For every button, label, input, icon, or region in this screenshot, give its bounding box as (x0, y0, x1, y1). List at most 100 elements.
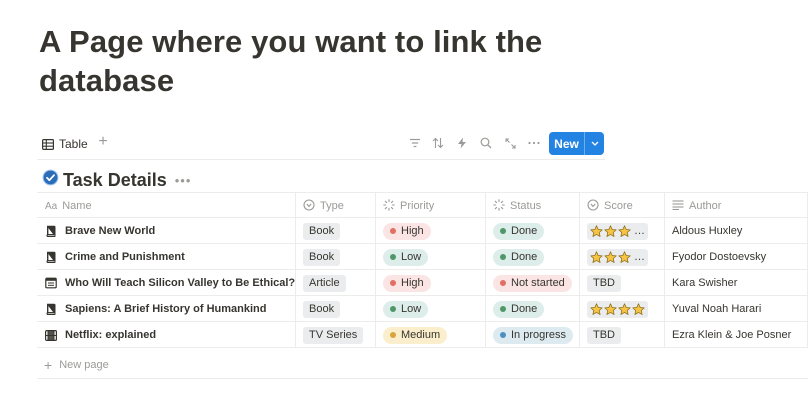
cell-name[interactable]: Crime and Punishment (37, 244, 296, 270)
status-pill: Done (493, 300, 545, 318)
star-icon (618, 302, 631, 315)
cell-type[interactable]: Book (296, 296, 376, 322)
star-icon (590, 250, 603, 263)
book-icon (45, 251, 57, 263)
table-row[interactable]: Crime and Punishment Book Low Done … Fyodor D… (37, 244, 808, 270)
database-more-icon[interactable]: ••• (175, 173, 192, 188)
cell-author[interactable]: Aldous Huxley (665, 218, 808, 244)
plus-icon: + (44, 357, 53, 373)
cell-type[interactable]: TV Series (296, 322, 376, 348)
cell-status[interactable]: Done (486, 296, 580, 322)
select-property-icon (587, 198, 599, 214)
column-header-type[interactable]: Type (296, 193, 376, 219)
priority-dot (390, 332, 396, 338)
book-icon (45, 225, 57, 237)
book-icon (45, 303, 57, 315)
cell-priority[interactable]: Medium (376, 322, 486, 348)
table-bottom-divider (37, 378, 808, 379)
status-pill: In progress (493, 326, 574, 344)
score-overflow: … (634, 225, 645, 237)
search-icon[interactable] (478, 135, 494, 151)
cell-name[interactable]: Netflix: explained (37, 322, 296, 348)
expand-icon[interactable] (502, 135, 518, 151)
film-icon (45, 329, 57, 341)
new-button[interactable]: New (549, 132, 604, 155)
star-icon (590, 224, 603, 237)
priority-label: Low (401, 302, 422, 315)
new-button-label: New (554, 136, 579, 151)
cell-author[interactable]: Yuval Noah Harari (665, 296, 808, 322)
type-tag: TV Series (303, 326, 364, 344)
priority-pill: High (383, 274, 431, 292)
cell-score[interactable]: … (580, 218, 665, 244)
tab-table[interactable]: Table (42, 134, 88, 154)
cell-author[interactable]: Fyodor Dostoevsky (665, 244, 808, 270)
cell-priority[interactable]: Low (376, 296, 486, 322)
cell-status[interactable]: Done (486, 244, 580, 270)
page-title[interactable]: A Page where you want to link the databa… (39, 22, 599, 100)
chevron-down-icon[interactable] (585, 141, 604, 146)
status-label: Done (511, 250, 538, 263)
column-header-score[interactable]: Score (580, 193, 665, 219)
author-text: Kara Swisher (672, 277, 738, 289)
type-tag: Book (303, 300, 341, 318)
tab-table-label: Table (59, 137, 88, 151)
status-dot (500, 254, 506, 260)
cell-status[interactable]: Done (486, 218, 580, 244)
author-text: Yuval Noah Harari (672, 303, 762, 315)
automation-icon[interactable] (454, 135, 470, 151)
table-row[interactable]: Netflix: explained TV Series Medium In prog… (37, 322, 808, 348)
column-header-author[interactable]: Author (665, 193, 808, 219)
column-header-label: Priority (400, 200, 435, 212)
cell-type[interactable]: Book (296, 218, 376, 244)
cell-status[interactable]: Not started (486, 270, 580, 296)
cell-name[interactable]: Brave New World (37, 218, 296, 244)
cell-author[interactable]: Kara Swisher (665, 270, 808, 296)
column-header-priority[interactable]: Priority (376, 193, 486, 219)
cell-author[interactable]: Ezra Klein & Joe Posner (665, 322, 808, 348)
column-header-status[interactable]: Status (486, 193, 580, 219)
column-header-label: Status (510, 200, 542, 212)
cell-score[interactable]: TBD (580, 322, 665, 348)
new-page-button[interactable]: + New page (44, 354, 109, 376)
priority-dot (390, 254, 396, 260)
table-row[interactable]: Brave New World Book High Done … Aldous Huxle… (37, 218, 808, 244)
database-title[interactable]: Task Details (63, 170, 167, 191)
filter-icon[interactable] (407, 135, 423, 151)
cell-status[interactable]: In progress (486, 322, 580, 348)
cell-priority[interactable]: High (376, 218, 486, 244)
priority-dot (390, 280, 396, 286)
add-view-button[interactable]: + (95, 133, 111, 151)
table-header-row: Aa Name Type Priority Status Score Autho… (37, 192, 808, 219)
status-label: Done (511, 302, 538, 315)
score-overflow: … (634, 251, 645, 263)
cell-name[interactable]: Who Will Teach Silicon Valley to Be Ethi… (37, 270, 296, 296)
column-header-label: Type (320, 200, 344, 212)
column-header-name[interactable]: Aa Name (37, 193, 296, 219)
status-dot (500, 306, 506, 312)
priority-dot (390, 228, 396, 234)
table-row[interactable]: Sapiens: A Brief History of Humankind Boo… (37, 296, 808, 322)
star-icon (618, 250, 631, 263)
cell-priority[interactable]: Low (376, 244, 486, 270)
table-row[interactable]: Who Will Teach Silicon Valley to Be Ethi… (37, 270, 808, 296)
priority-pill: Medium (383, 326, 448, 344)
cell-name[interactable]: Sapiens: A Brief History of Humankind (37, 296, 296, 322)
column-header-label: Name (62, 200, 92, 212)
status-property-icon (493, 198, 505, 214)
cell-type[interactable]: Book (296, 244, 376, 270)
score-tag: TBD (587, 274, 621, 292)
more-icon[interactable] (526, 135, 542, 151)
cell-score[interactable]: … (580, 244, 665, 270)
cell-type[interactable]: Article (296, 270, 376, 296)
text-property-icon: Aa (45, 200, 58, 212)
row-title: Who Will Teach Silicon Valley to Be Ethi… (65, 277, 296, 289)
cell-score[interactable] (580, 296, 665, 322)
priority-label: High (401, 276, 424, 289)
cell-priority[interactable]: High (376, 270, 486, 296)
cell-score[interactable]: TBD (580, 270, 665, 296)
priority-label: Low (401, 250, 422, 263)
type-tag: Book (303, 222, 341, 240)
sort-icon[interactable] (430, 135, 446, 151)
status-dot (500, 280, 506, 286)
